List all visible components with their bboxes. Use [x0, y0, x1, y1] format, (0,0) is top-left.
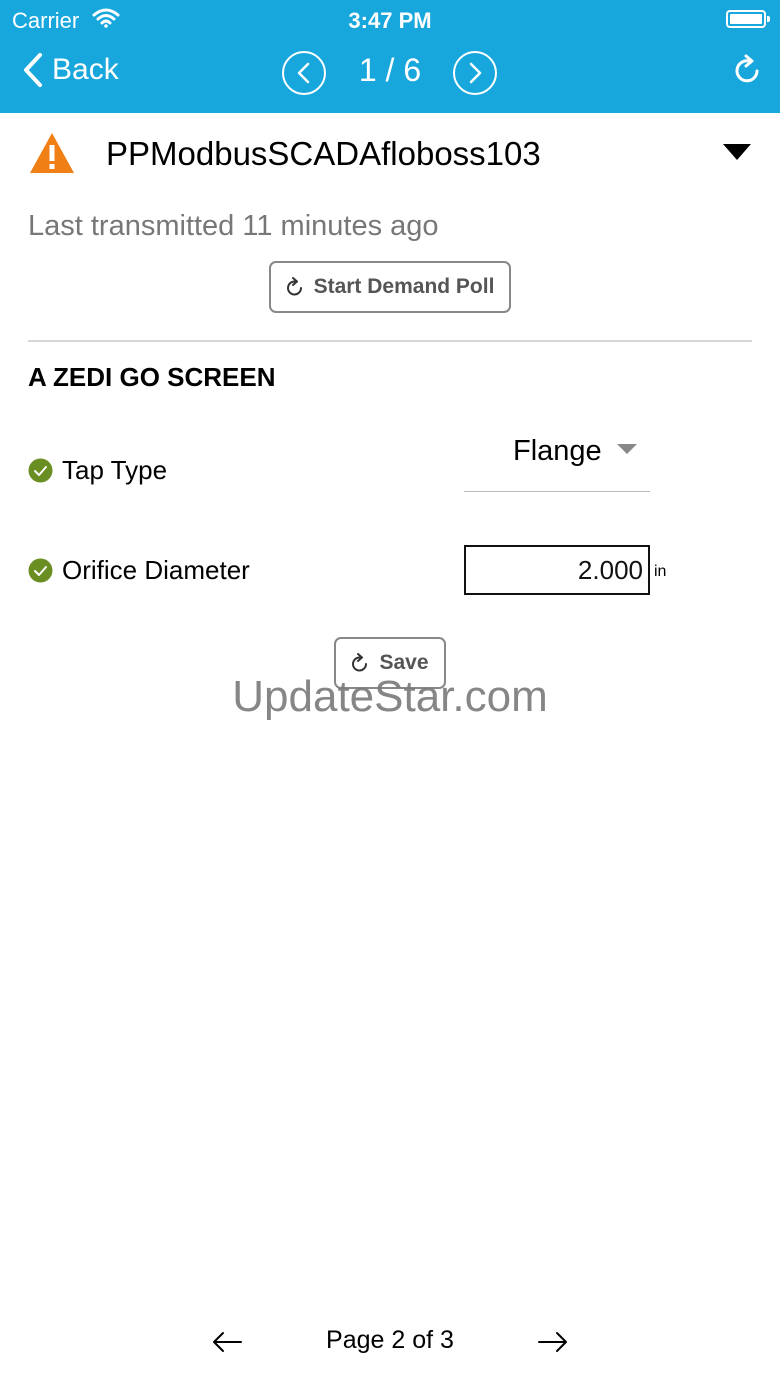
caret-down-icon [617, 444, 637, 454]
caret-down-icon[interactable] [722, 143, 752, 161]
start-demand-poll-button[interactable]: Start Demand Poll [269, 261, 511, 313]
tap-type-select[interactable]: Flange [464, 435, 650, 492]
device-name: PPModbusSCADAfloboss103 [106, 135, 541, 172]
orifice-diameter-label: Orifice Diameter [62, 555, 250, 585]
watermark-text: UpdateStar.com [232, 672, 548, 721]
chevron-left-icon [297, 62, 310, 84]
refresh-icon[interactable] [732, 54, 762, 88]
start-demand-poll-label: Start Demand Poll [313, 275, 495, 298]
warning-triangle-icon [30, 133, 74, 173]
chevron-left-icon [24, 53, 42, 87]
field-row-orifice-diameter: Orifice Diameter in [28, 545, 752, 595]
orifice-diameter-input[interactable] [464, 545, 650, 595]
orifice-diameter-unit: in [654, 563, 667, 580]
device-header: PPModbusSCADAfloboss103 [0, 125, 780, 185]
section-title: A ZEDI GO SCREEN [28, 362, 276, 392]
check-circle-icon [28, 458, 53, 483]
chevron-right-icon [469, 62, 482, 84]
previous-item-button[interactable] [282, 51, 326, 95]
pagination: Page 2 of 3 [0, 1318, 780, 1368]
status-time: 3:47 PM [348, 8, 432, 33]
navigation-bar: Back 1 / 6 [0, 40, 780, 113]
check-circle-icon [28, 558, 53, 583]
arrow-right-icon[interactable] [537, 1330, 569, 1354]
tap-type-label: Tap Type [62, 455, 168, 485]
tap-type-value: Flange [513, 435, 602, 467]
top-header: Carrier 3:47 PM Back 1 / 6 [0, 0, 780, 113]
page-indicator: Page 2 of 3 [326, 1326, 454, 1354]
field-row-tap-type: Tap Type Flange [28, 435, 752, 495]
battery-icon [726, 10, 770, 28]
status-bar: Carrier 3:47 PM [0, 0, 780, 40]
section-divider [28, 340, 752, 342]
back-label: Back [52, 53, 119, 86]
item-counter: 1 / 6 [358, 52, 422, 88]
last-transmitted-text: Last transmitted 11 minutes ago [28, 210, 439, 242]
back-button[interactable]: Back [22, 52, 119, 88]
refresh-icon [352, 653, 368, 672]
next-item-button[interactable] [453, 51, 497, 95]
refresh-icon [286, 277, 302, 296]
